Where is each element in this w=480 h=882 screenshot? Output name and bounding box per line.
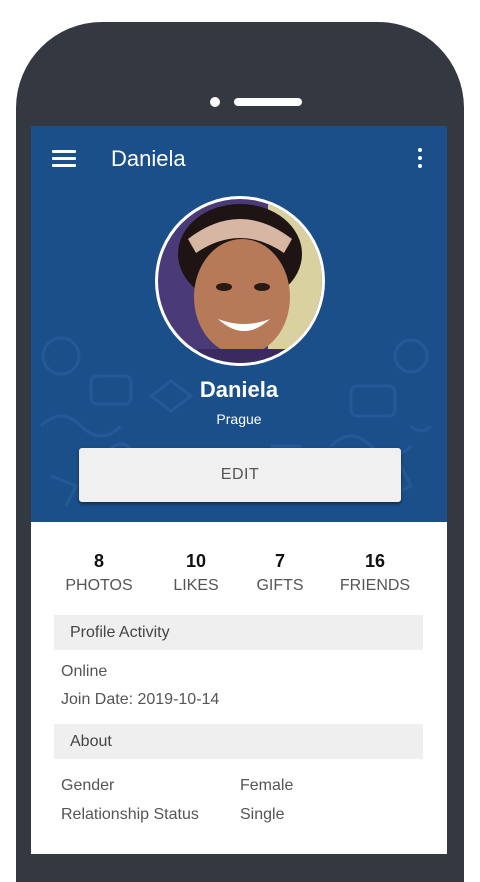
- relationship-value: Single: [240, 806, 285, 823]
- stat-label: FRIENDS: [339, 577, 411, 594]
- gender-value: Female: [240, 777, 294, 794]
- edit-profile-button[interactable]: EDIT: [79, 448, 401, 502]
- profile-city: Prague: [216, 411, 262, 427]
- stat-count: 7: [274, 551, 285, 571]
- hamburger-menu-icon[interactable]: [52, 150, 76, 168]
- online-status: Online: [61, 663, 108, 680]
- stat-count: 8: [93, 551, 104, 571]
- join-date: Join Date: 2019-10-14: [61, 691, 220, 708]
- app-bar: Daniela: [31, 126, 447, 192]
- stats-row: 8 PHOTOS 10 LIKES 7 GIFTS 16 FRIENDS: [31, 550, 447, 600]
- stat-count: 16: [364, 551, 386, 571]
- stat-likes[interactable]: 10 LIKES: [167, 550, 225, 596]
- speaker-grille: [234, 98, 302, 106]
- avatar-photo: [158, 199, 322, 363]
- gender-label: Gender: [61, 777, 115, 794]
- section-title: About: [70, 733, 112, 750]
- avatar[interactable]: [155, 196, 325, 366]
- stat-label: PHOTOS: [65, 577, 133, 594]
- stat-friends[interactable]: 16 FRIENDS: [333, 550, 417, 596]
- section-title: Profile Activity: [70, 624, 170, 641]
- relationship-label: Relationship Status: [61, 806, 199, 823]
- profile-header: Daniela Daniela Prague EDIT: [31, 126, 447, 522]
- stat-gifts[interactable]: 7 GIFTS: [251, 550, 309, 596]
- stat-label: LIKES: [173, 577, 219, 594]
- about-header: About: [54, 724, 423, 759]
- camera-dot: [210, 97, 220, 107]
- stat-label: GIFTS: [256, 577, 304, 594]
- app-screen: Daniela Daniela Prague EDIT 8 PHOTOS 10 …: [31, 126, 447, 854]
- profile-activity-header: Profile Activity: [54, 615, 423, 650]
- app-bar-title: Daniela: [111, 146, 186, 171]
- profile-name: Daniela: [199, 377, 279, 402]
- more-vertical-icon[interactable]: [415, 148, 425, 170]
- stat-photos[interactable]: 8 PHOTOS: [61, 550, 137, 596]
- stat-count: 10: [185, 551, 207, 571]
